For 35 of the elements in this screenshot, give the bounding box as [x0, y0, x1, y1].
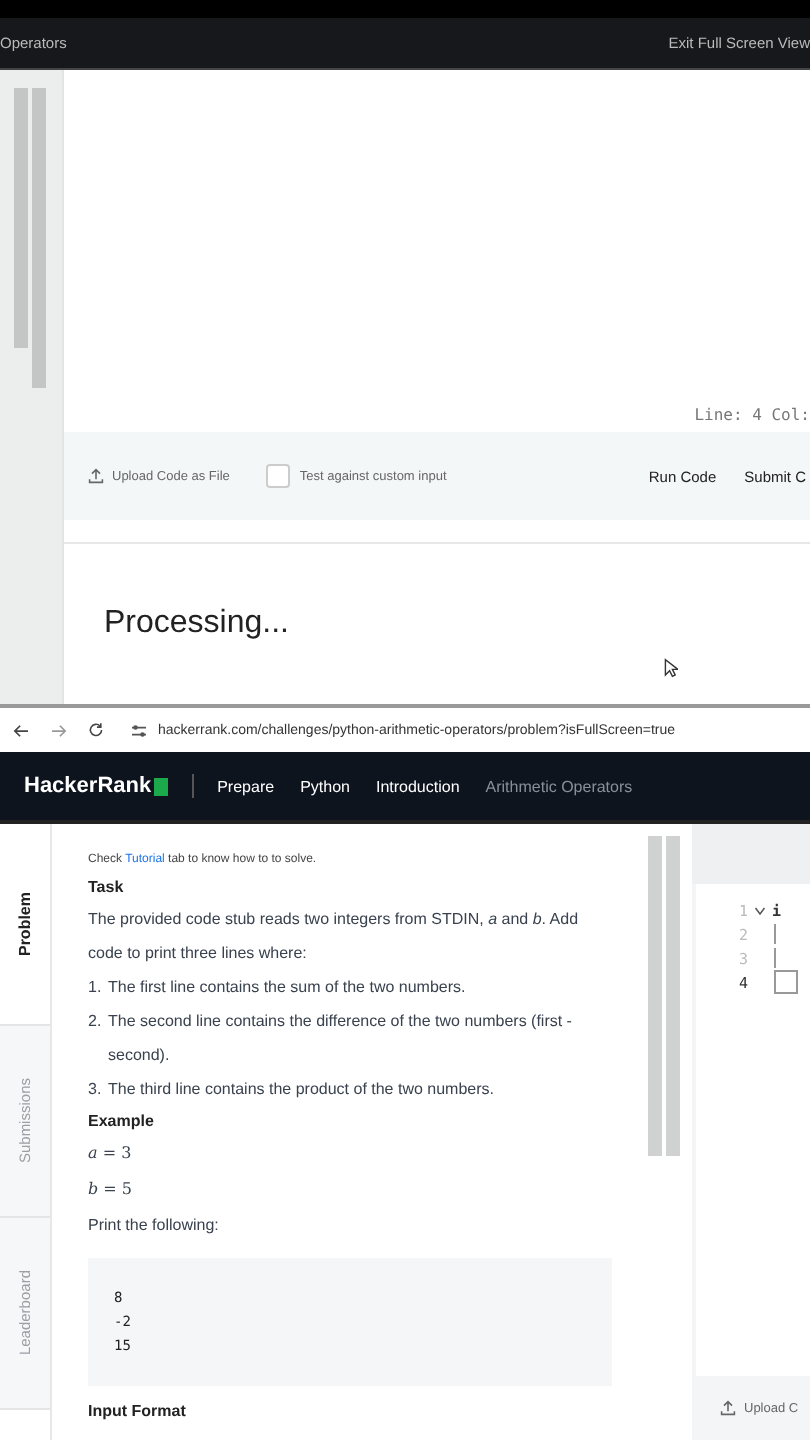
pointer-icon [664, 658, 678, 678]
task-description: The provided code stub reads two integers from STDIN, a and b. Add code to print three lines where: [88, 908, 581, 966]
cursor-position: Line: 4 Col: [694, 406, 810, 424]
paragraph: Print the following: [88, 1214, 221, 1238]
back-icon[interactable] [12, 723, 30, 737]
checkbox[interactable] [265, 464, 290, 488]
caret-icon[interactable] [754, 905, 766, 915]
list-item-text: The second line contains the difference of the two numbers (first - second). [108, 1010, 574, 1068]
breadcrumb-link[interactable]: Introduction [375, 777, 460, 795]
status-text: Processing... [104, 606, 289, 642]
breadcrumb-link[interactable]: Prepare [217, 777, 275, 795]
site-settings-icon[interactable] [130, 723, 148, 737]
scrollbar-thumb[interactable] [648, 836, 662, 1156]
side-tab[interactable]: Problem [16, 891, 34, 956]
upload-icon [88, 468, 104, 484]
forward-icon[interactable] [50, 723, 68, 737]
list-item-text: The third line contains the product of the two numbers. [108, 1078, 496, 1102]
math-expression: a = 3 [88, 1142, 134, 1166]
list-number: 1. [88, 976, 104, 1000]
scrollbar-thumb[interactable] [666, 836, 680, 1156]
math-expression: b = 5 [88, 1178, 135, 1202]
section-heading: Task [88, 878, 126, 896]
section-heading: Example [88, 1112, 156, 1130]
reload-icon[interactable] [88, 722, 104, 738]
scrollbar-thumb[interactable] [14, 88, 28, 348]
scrollbar-thumb[interactable] [32, 88, 46, 388]
breadcrumb-link[interactable]: Arithmetic Operators [485, 777, 633, 795]
list-item-text: The first line contains the sum of the two numbers. [108, 976, 468, 1000]
section-heading: Input Format [88, 1402, 188, 1420]
text-cursor-box [774, 970, 798, 994]
list-number: 2. [88, 1010, 104, 1034]
breadcrumb-link[interactable]: Python [300, 777, 350, 795]
upload-icon [720, 1400, 736, 1416]
list-number: 3. [88, 1078, 104, 1102]
logo[interactable]: HackerRank [24, 774, 168, 798]
